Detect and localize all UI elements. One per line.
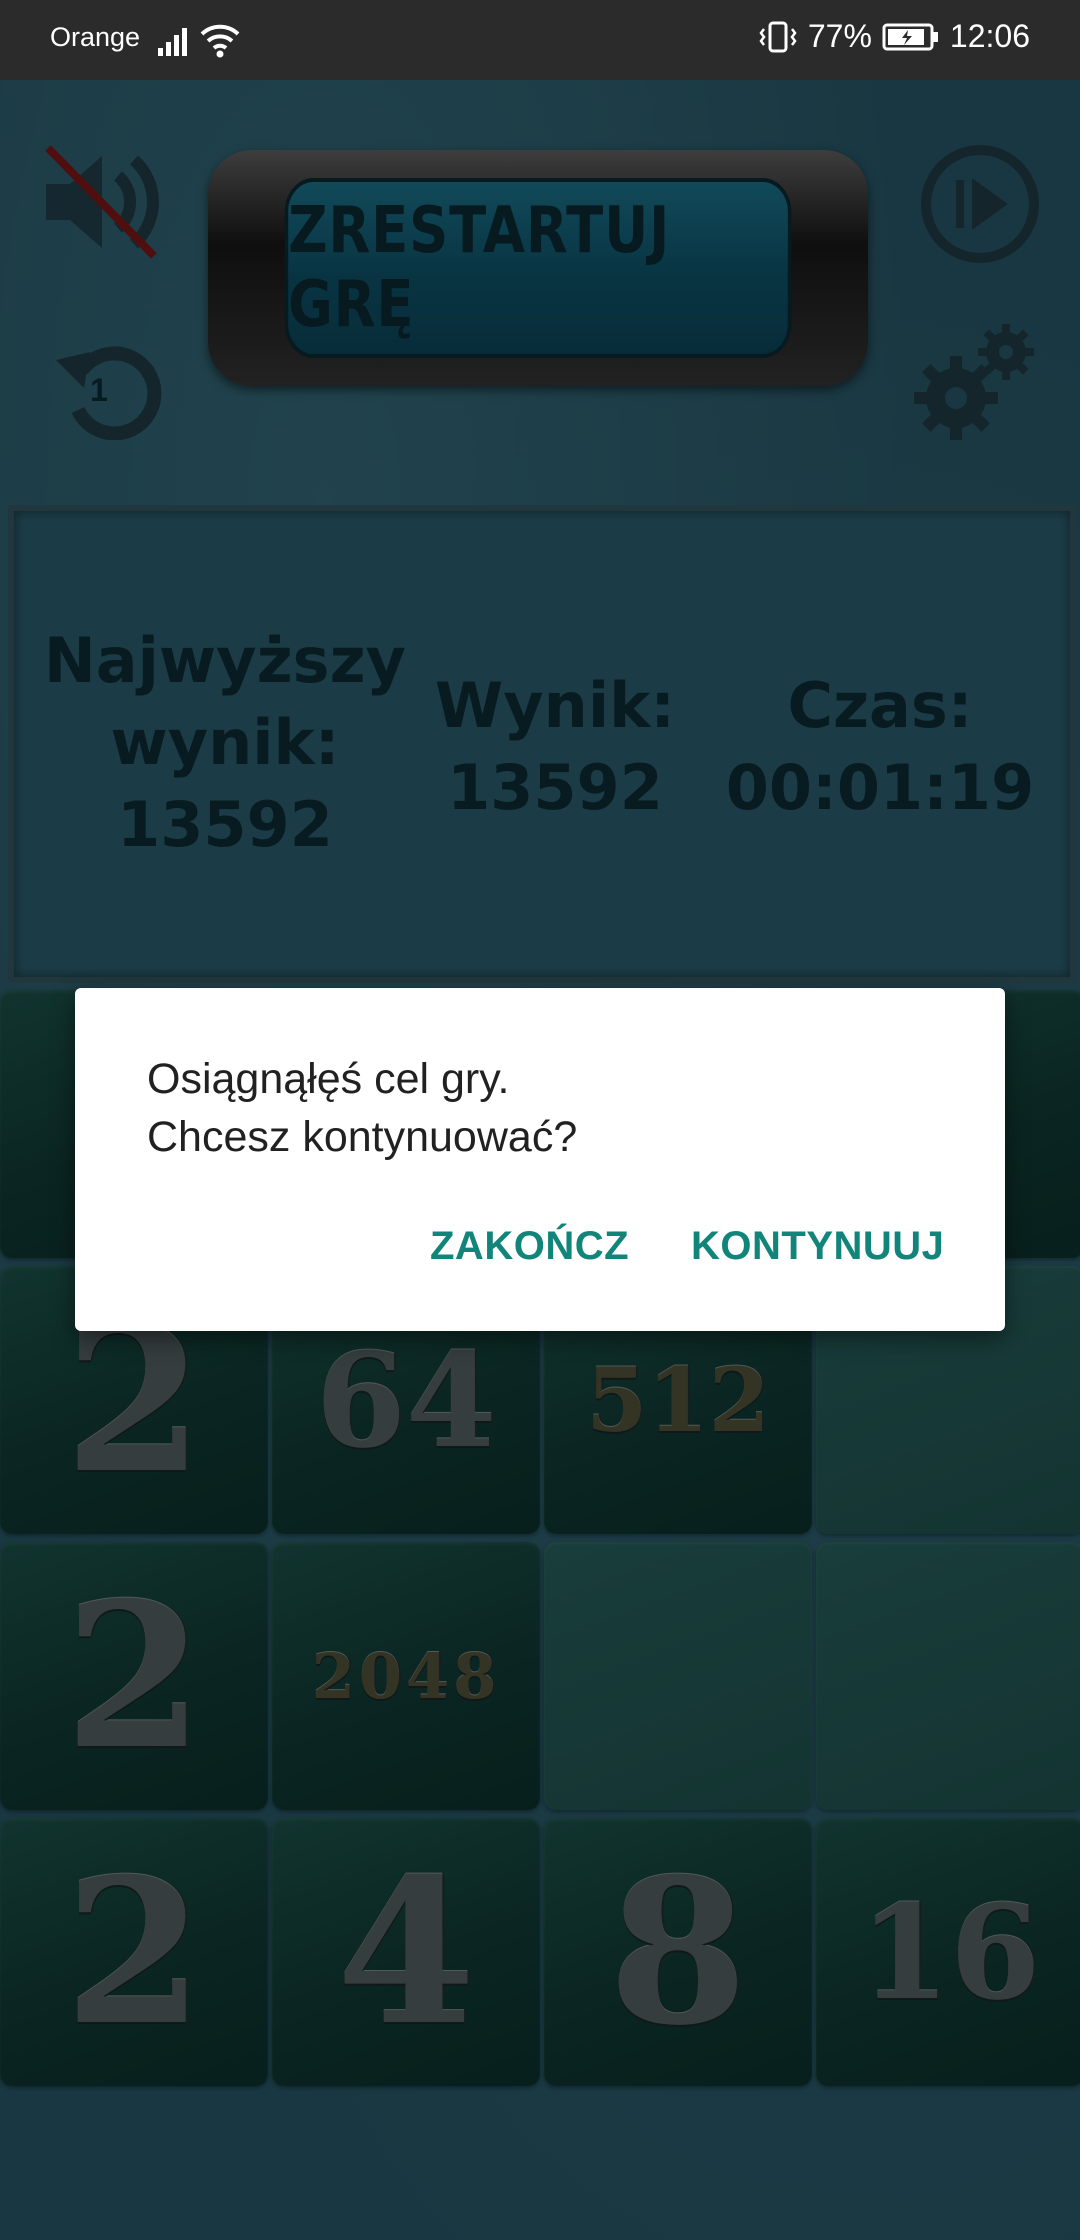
dialog-line2: Chcesz kontynuować?	[147, 1113, 578, 1161]
vibrate-icon	[759, 21, 797, 52]
continue-button[interactable]: KONTYNUUJ	[691, 1224, 944, 1269]
signal-icon	[158, 28, 187, 56]
carrier-label: Orange	[50, 22, 141, 52]
dialog-message: Osiągnąłęś cel gry. Chcesz kontynuować?	[147, 1050, 947, 1166]
clock: 12:06	[949, 18, 1030, 54]
battery-percent: 77%	[807, 18, 872, 54]
end-game-button[interactable]: ZAKOŃCZ	[430, 1224, 629, 1269]
battery-charging-icon	[882, 23, 938, 50]
dialog-line1: Osiągnąłęś cel gry.	[147, 1055, 510, 1103]
goal-reached-dialog: Osiągnąłęś cel gry. Chcesz kontynuować? …	[75, 988, 1005, 1331]
wifi-icon	[200, 24, 240, 58]
status-bar: Orange 77% 12:06	[0, 0, 1080, 80]
